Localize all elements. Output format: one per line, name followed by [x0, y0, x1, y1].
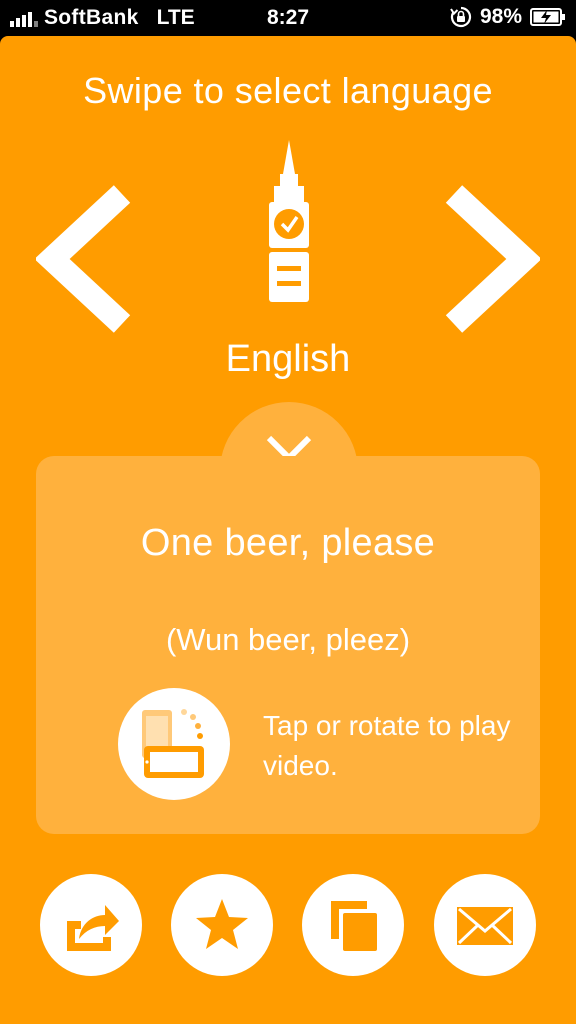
previous-language-arrow-icon[interactable]: [36, 184, 136, 334]
copy-button[interactable]: [302, 874, 404, 976]
big-ben-icon: [269, 140, 309, 302]
copy-icon: [331, 901, 377, 951]
bottom-toolbar: [0, 874, 576, 978]
share-button[interactable]: [40, 874, 142, 976]
envelope-icon: [457, 907, 513, 945]
pronunciation-text: (Wun beer, pleez): [165, 622, 411, 657]
favorite-button[interactable]: [171, 874, 273, 976]
selected-language: English: [225, 338, 351, 380]
star-icon: [196, 899, 248, 949]
battery-percent: 98%: [479, 5, 522, 28]
email-button[interactable]: [434, 874, 536, 976]
share-icon: [67, 905, 119, 951]
phrase-card: One beer, please (Wun beer, pleez) Tap o…: [36, 456, 540, 834]
app-screen: Swipe to select language English One bee…: [0, 36, 576, 1024]
play-video-button[interactable]: [118, 688, 230, 800]
swipe-instruction: Swipe to select language: [83, 70, 493, 111]
rotation-lock-icon: [450, 6, 472, 28]
video-hint-text: Tap or rotate to play video.: [263, 710, 511, 781]
rotate-device-icon: [142, 709, 204, 778]
next-language-arrow-icon[interactable]: [440, 184, 540, 334]
status-right: 98%: [450, 5, 566, 29]
phrase-text: One beer, please: [140, 522, 436, 564]
battery-charging-icon: [530, 8, 565, 26]
status-bar: SoftBank LTE 8:27 98%: [0, 0, 576, 36]
